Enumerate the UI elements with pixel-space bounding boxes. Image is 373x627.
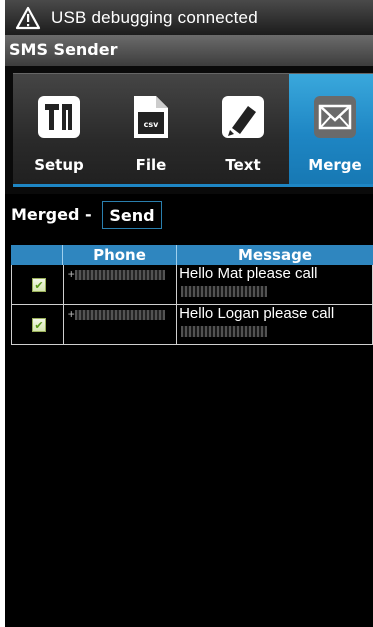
column-header-phone: Phone: [63, 245, 177, 265]
tab-bar: Setup csv File Text Merge: [13, 73, 373, 185]
message-cell: Hello Mat please call: [177, 265, 372, 304]
tools-icon: [38, 96, 80, 138]
table-row[interactable]: ✔ + Hello Mat please call: [11, 265, 373, 305]
table-row[interactable]: ✔ + Hello Logan please call: [11, 305, 373, 345]
app-title-bar: SMS Sender: [5, 35, 373, 67]
send-button[interactable]: Send: [102, 201, 162, 229]
tab-merge[interactable]: Merge: [289, 74, 373, 185]
tab-underline: [13, 184, 373, 187]
message-text: Hello Mat please call: [179, 265, 318, 282]
phone-value: +: [68, 267, 165, 281]
edit-icon: [222, 96, 264, 138]
column-header-message: Message: [238, 246, 312, 264]
phone-cell: +: [64, 265, 178, 304]
row-select-cell: ✔: [12, 305, 64, 344]
tab-setup[interactable]: Setup: [13, 74, 105, 185]
redacted-phone: [74, 269, 165, 280]
redacted-message-line: [181, 286, 268, 297]
csv-file-icon: csv: [134, 96, 168, 138]
check-icon: ✔: [34, 278, 44, 292]
merge-table: Phone Message ✔ + Hello Mat please call …: [11, 245, 373, 345]
status-notification-text: USB debugging connected: [51, 7, 258, 27]
phone-value: +: [68, 307, 165, 321]
phone-screen: USB debugging connected SMS Sender Setup: [5, 0, 373, 627]
row-checkbox[interactable]: ✔: [32, 318, 46, 332]
warning-icon: [15, 6, 41, 29]
status-bar: USB debugging connected: [5, 0, 373, 35]
tab-text[interactable]: Text: [197, 74, 289, 185]
check-icon: ✔: [34, 318, 44, 332]
tab-merge-label: Merge: [308, 156, 362, 174]
redacted-phone: [74, 309, 165, 320]
envelope-icon: [314, 96, 356, 138]
svg-text:csv: csv: [144, 120, 160, 129]
message-text: Hello Logan please call: [179, 305, 335, 322]
tab-file[interactable]: csv File: [105, 74, 197, 185]
row-checkbox[interactable]: ✔: [32, 278, 46, 292]
table-header: Phone Message: [11, 245, 373, 265]
phone-cell: +: [64, 305, 178, 344]
message-cell: Hello Logan please call: [177, 305, 372, 344]
merged-label: Merged -: [11, 205, 92, 224]
column-header-select: [11, 245, 63, 265]
row-select-cell: ✔: [12, 265, 64, 304]
tab-strip: Setup csv File Text Merge: [5, 66, 373, 194]
tab-file-label: File: [135, 156, 167, 174]
tab-setup-label: Setup: [34, 156, 84, 174]
app-title: SMS Sender: [9, 40, 118, 59]
redacted-message-line: [181, 326, 268, 337]
tab-text-label: Text: [225, 156, 261, 174]
